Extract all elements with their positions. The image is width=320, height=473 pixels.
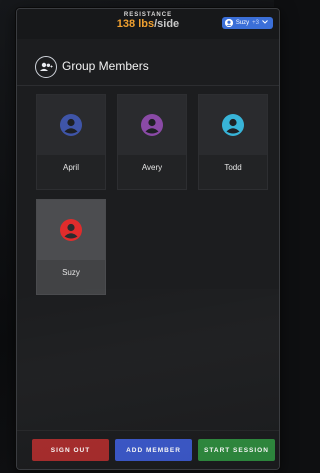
chevron-down-icon	[262, 20, 268, 26]
member-card-avatar-area	[37, 200, 105, 260]
user-avatar-icon	[222, 114, 244, 136]
group-add-icon	[35, 56, 57, 78]
add-member-button[interactable]: ADD MEMBER	[115, 439, 192, 461]
user-avatar-icon	[60, 114, 82, 136]
top-bar: RESISTANCE 138 lbs/side Suzy +3	[17, 9, 279, 39]
member-name: Suzy	[62, 268, 80, 277]
resistance-unit: /side	[154, 18, 180, 30]
member-card-suzy[interactable]: Suzy	[36, 199, 106, 295]
member-card-avatar-area	[37, 95, 105, 155]
user-avatar-icon	[60, 219, 82, 241]
member-card-avery[interactable]: Avery	[117, 94, 187, 190]
divider	[17, 85, 279, 86]
sign-out-button[interactable]: SIGN OUT	[32, 439, 109, 461]
start-session-button[interactable]: START SESSION	[198, 439, 275, 461]
member-name: Todd	[224, 163, 242, 172]
user-pill-extra-count: +3	[252, 20, 259, 26]
user-avatar-icon	[224, 19, 233, 27]
user-avatar-icon	[141, 114, 163, 136]
group-members-panel: RESISTANCE 138 lbs/side Suzy +3 Group Me…	[16, 8, 280, 470]
user-pill-name: Suzy	[235, 20, 250, 26]
user-switcher-button[interactable]: Suzy +3	[221, 17, 273, 29]
section-header: Group Members	[17, 47, 279, 85]
member-name: April	[62, 163, 79, 172]
member-card-april[interactable]: April	[36, 94, 106, 190]
member-name: Avery	[141, 163, 163, 172]
member-card-todd[interactable]: Todd	[198, 94, 268, 190]
resistance-number: 138 lbs	[116, 18, 155, 30]
member-card-avatar-area	[118, 95, 186, 155]
page-title: Group Members	[62, 59, 149, 73]
footer-actions: SIGN OUT ADD MEMBER START SESSION	[17, 430, 279, 469]
member-card-avatar-area	[199, 95, 267, 155]
